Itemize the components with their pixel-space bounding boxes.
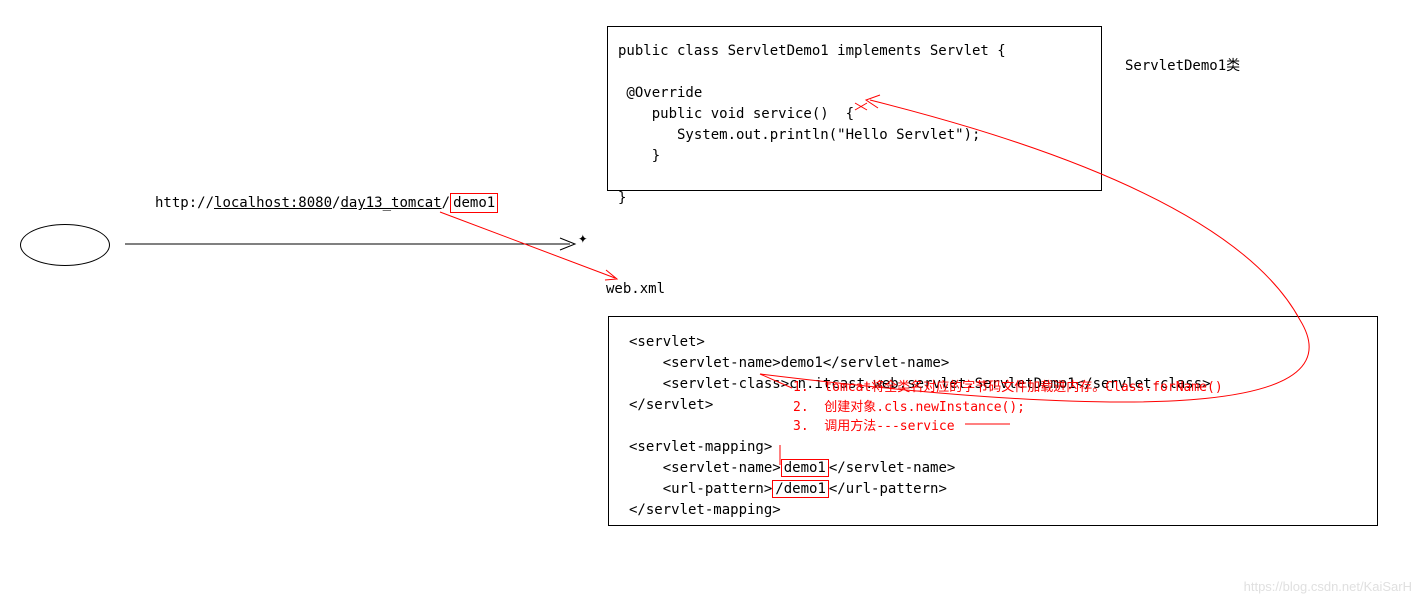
red-line: 3. 调用方法---service — [793, 419, 955, 434]
crosshair-icon: ✦ — [578, 228, 588, 247]
xml-line-prefix: <servlet-class> — [629, 376, 789, 392]
code-line: } — [618, 148, 660, 164]
xml-line-prefix: <servlet-name> — [629, 460, 781, 476]
xml-url-pattern: /demo1 — [772, 480, 829, 498]
red-annotation-block: 1. tomcat将全类名对应的字节码文件加载进内存。Class.forName… — [793, 378, 1223, 437]
url-label: http://localhost:8080/day13_tomcat/demo1 — [155, 195, 498, 211]
url-prefix: http:// — [155, 195, 214, 211]
watermark-text: https://blog.csdn.net/KaiSarH — [1244, 579, 1412, 594]
xml-line: </servlet> — [629, 397, 713, 413]
xml-servlet-name: demo1 — [781, 459, 829, 477]
class-type-label: ServletDemo1类 — [1125, 55, 1240, 75]
url-sep2: / — [442, 195, 450, 211]
code-line: } — [618, 190, 626, 206]
servlet-code-box: public class ServletDemo1 implements Ser… — [607, 26, 1102, 191]
xml-line-prefix: <url-pattern> — [629, 481, 772, 497]
xml-line: <servlet> — [629, 334, 705, 350]
request-arrow — [125, 244, 575, 246]
url-path-highlight: demo1 — [450, 193, 498, 213]
code-line: @Override — [618, 85, 702, 101]
xml-line: </servlet-mapping> — [629, 502, 781, 518]
red-line: 1. tomcat将全类名对应的字节码文件加载进内存。Class.forName… — [793, 380, 1223, 395]
red-line: 2. 创建对象.cls.newInstance(); — [793, 400, 1025, 415]
xml-line-suffix: </servlet-name> — [829, 460, 955, 476]
url-context: day13_tomcat — [340, 195, 441, 211]
webxml-label: web.xml — [606, 281, 665, 297]
xml-line-suffix: </url-pattern> — [829, 481, 947, 497]
code-line: public void service() { — [618, 106, 854, 122]
code-line: System.out.println("Hello Servlet"); — [618, 127, 980, 143]
xml-line: <servlet-mapping> — [629, 439, 772, 455]
client-ellipse — [20, 224, 110, 266]
xml-line: <servlet-name>demo1</servlet-name> — [629, 355, 949, 371]
code-line: public class ServletDemo1 implements Ser… — [618, 43, 1006, 59]
url-host: localhost:8080 — [214, 195, 332, 211]
